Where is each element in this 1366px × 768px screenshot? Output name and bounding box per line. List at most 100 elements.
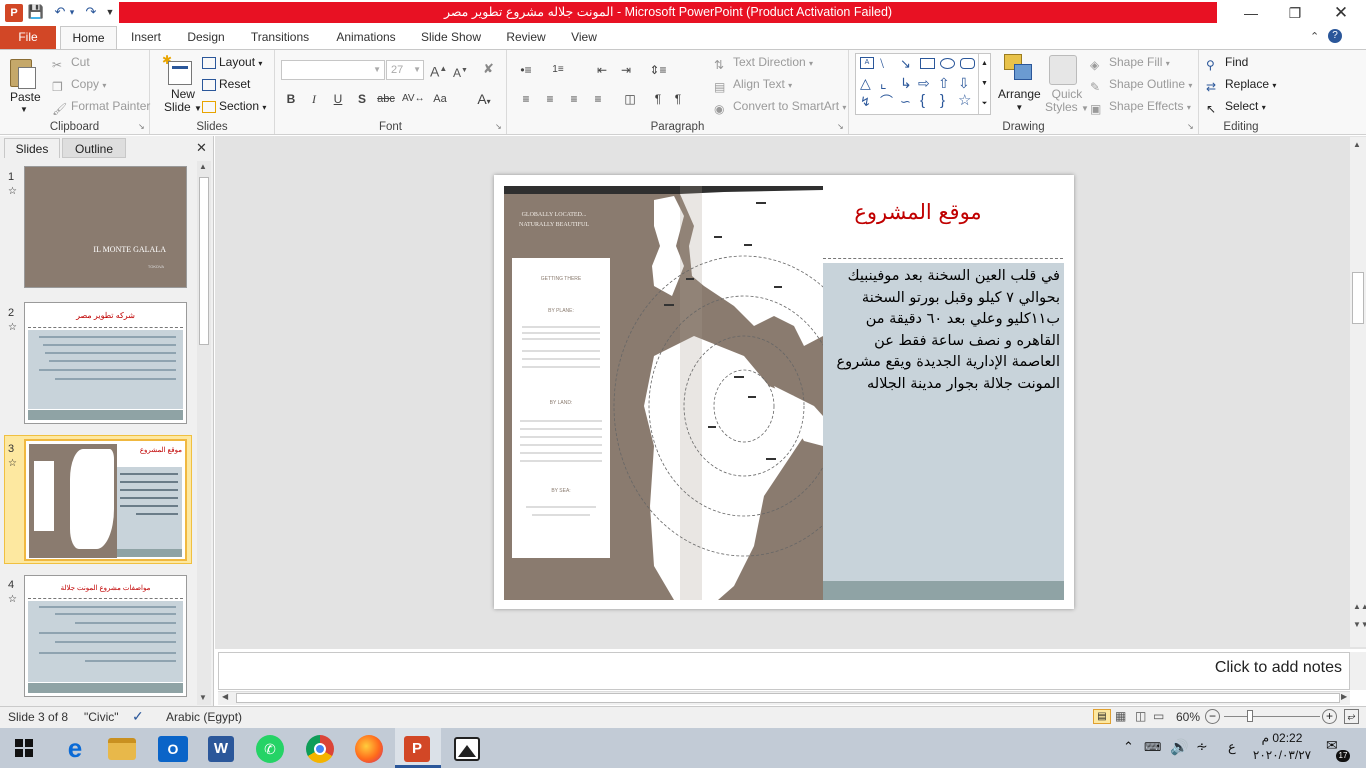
pane-scroll-down-icon[interactable]: ▼ [199,693,207,702]
windows-start-icon[interactable] [15,739,33,757]
slide-sorter-view-icon[interactable]: ▦ [1115,709,1126,723]
arc-shape-icon[interactable]: ⌒ [880,95,893,108]
rounded-rect-shape-icon[interactable] [960,58,975,69]
drawing-dialog-launcher-icon[interactable]: ↘ [1187,122,1194,131]
zoom-out-icon[interactable]: − [1205,709,1220,724]
paste-icon[interactable] [8,55,38,89]
zoom-slider-thumb[interactable] [1247,710,1253,722]
font-dialog-launcher-icon[interactable]: ↘ [495,122,502,131]
rtl-icon[interactable]: ¶ [668,89,688,109]
shrink-font-icon[interactable]: A▼ [453,62,468,82]
shape-effects-button[interactable]: ▣ Shape Effects ▾ [1090,97,1191,117]
hscroll-left-icon[interactable]: ◀ [222,692,228,701]
next-slide-icon[interactable]: ▼▼ [1353,620,1366,629]
curve-shape-icon[interactable]: ∽ [900,95,911,108]
quick-styles-button[interactable]: Quick Styles ▼ [1045,88,1089,115]
italic-icon[interactable]: I [304,89,324,109]
clock-time[interactable]: 02:22 م [1248,731,1316,745]
reset-button[interactable]: Reset [202,75,250,93]
character-spacing-icon[interactable]: AV↔ [402,89,425,109]
tab-file[interactable]: File [0,26,56,49]
clock-date[interactable]: ٢٠٢٠/٠٣/٢٧ [1248,748,1316,762]
outlook-icon[interactable]: O [158,736,188,762]
minimize-button[interactable]: — [1228,0,1274,26]
grow-font-icon[interactable]: A▲ [430,60,447,81]
input-method-icon[interactable]: ⌨ [1144,740,1161,754]
line-spacing-icon[interactable]: ⇕≡ [648,60,668,80]
redo-icon[interactable]: ↷ [82,3,100,21]
tab-view[interactable]: View [566,26,602,49]
up-arrow-shape-icon[interactable]: ⇧ [938,76,950,90]
star-shape-icon[interactable]: ☆ [958,93,971,108]
editor-scrollbar[interactable] [1350,137,1366,647]
ltr-icon[interactable]: ¶ [648,89,668,109]
powerpoint-taskbar-icon[interactable]: P [404,736,430,762]
tab-home[interactable]: Home [60,26,117,50]
powerpoint-app-icon[interactable]: P [5,4,23,22]
shapes-scroll-down-icon[interactable]: ▼ [978,74,990,94]
bold-icon[interactable]: B [281,89,301,109]
format-painter-button[interactable]: 🖌 Format Painter [52,97,150,116]
new-slide-icon[interactable]: ✱ [162,54,192,87]
save-icon[interactable]: 💾 [27,3,45,21]
zoom-in-icon[interactable]: + [1322,709,1337,724]
change-case-icon[interactable]: Aa [430,89,450,109]
oval-shape-icon[interactable] [940,58,955,69]
text-box-shape-icon[interactable]: A [860,57,874,69]
strikethrough-icon[interactable]: abc [376,89,396,109]
left-brace-shape-icon[interactable]: { [920,93,925,108]
minimize-ribbon-icon[interactable]: ⌃ [1310,30,1319,43]
tab-outline-pane[interactable]: Outline [62,138,126,158]
convert-smartart-button[interactable]: ◉ Convert to SmartArt ▾ [714,97,846,117]
right-arrow-shape-icon[interactable]: ⇨ [918,76,930,90]
shape-outline-button[interactable]: ✎ Shape Outline ▾ [1090,75,1192,95]
down-arrow-shape-icon[interactable]: ⇩ [958,76,970,90]
slide-thumbnail-3[interactable]: موقع المشروع [24,439,187,561]
maximize-button[interactable]: ❐ [1272,0,1318,26]
tab-slides-pane[interactable]: Slides [4,138,60,158]
file-explorer-icon[interactable] [108,738,136,760]
previous-slide-icon[interactable]: ▲▲ [1353,602,1366,611]
font-size-combo[interactable]: 27 ▼ [386,60,424,80]
decrease-indent-icon[interactable]: ⇤ [592,60,612,80]
text-direction-button[interactable]: ⇅ Text Direction ▾ [714,53,813,73]
arrange-icon[interactable] [1004,54,1034,86]
quick-styles-icon[interactable] [1049,55,1077,85]
columns-icon[interactable]: ◫ [620,89,640,109]
editor-scroll-up-icon[interactable]: ▲ [1353,140,1361,149]
editor-scroll-thumb[interactable] [1352,272,1364,324]
firefox-icon[interactable] [355,735,383,763]
tab-animations[interactable]: Animations [332,26,400,49]
align-center-icon[interactable]: ≡ [540,89,560,109]
select-button[interactable]: ↖ Select ▾ [1206,97,1266,117]
tab-slide-show[interactable]: Slide Show [418,26,484,49]
close-button[interactable]: ✕ [1318,0,1364,26]
chrome-icon[interactable] [306,735,334,763]
tab-transitions[interactable]: Transitions [246,26,314,49]
line-shape-icon[interactable]: ⧵ [880,57,884,70]
notes-scrollbar[interactable] [1350,652,1366,690]
normal-view-icon[interactable]: ▤ [1093,709,1111,724]
show-hidden-icons-icon[interactable]: ⌃ [1123,739,1134,755]
language-indicator[interactable]: Arabic (Egypt) [166,710,242,724]
underline-icon[interactable]: U [328,89,348,109]
shapes-scroll-up-icon[interactable]: ▲ [978,54,990,74]
shadow-icon[interactable]: S [352,89,372,109]
tab-review[interactable]: Review [502,26,550,49]
elbow-connector-shape-icon[interactable]: ⌞ [880,76,887,90]
shapes-more-icon[interactable]: ⏷ [978,94,990,114]
zoom-level[interactable]: 60% [1176,710,1200,724]
slide-map-image[interactable]: GLOBALLY LOCATED... NATURALLY BEAUTIFUL … [504,186,823,600]
font-size-dropdown-icon[interactable]: ▼ [413,61,421,79]
fit-to-window-icon[interactable]: ⥂ [1344,709,1359,724]
notes-placeholder[interactable]: Click to add notes [1160,659,1342,677]
zoom-slider-track[interactable] [1224,716,1320,717]
close-pane-icon[interactable]: ✕ [196,140,207,156]
pane-scroll-up-icon[interactable]: ▲ [199,162,207,171]
slide-body-text[interactable]: في قلب العين السخنة بعد موفينبيك بحوالي … [828,266,1060,395]
hscroll-right-icon[interactable]: ▶ [1341,692,1347,701]
font-name-dropdown-icon[interactable]: ▼ [373,61,381,79]
slide-thumbnail-4[interactable]: مواصفات مشروع المونت جلالة [24,575,187,697]
reading-view-icon[interactable]: ◫ [1135,709,1146,723]
replace-button[interactable]: ⇄ Replace ▾ [1206,75,1276,95]
